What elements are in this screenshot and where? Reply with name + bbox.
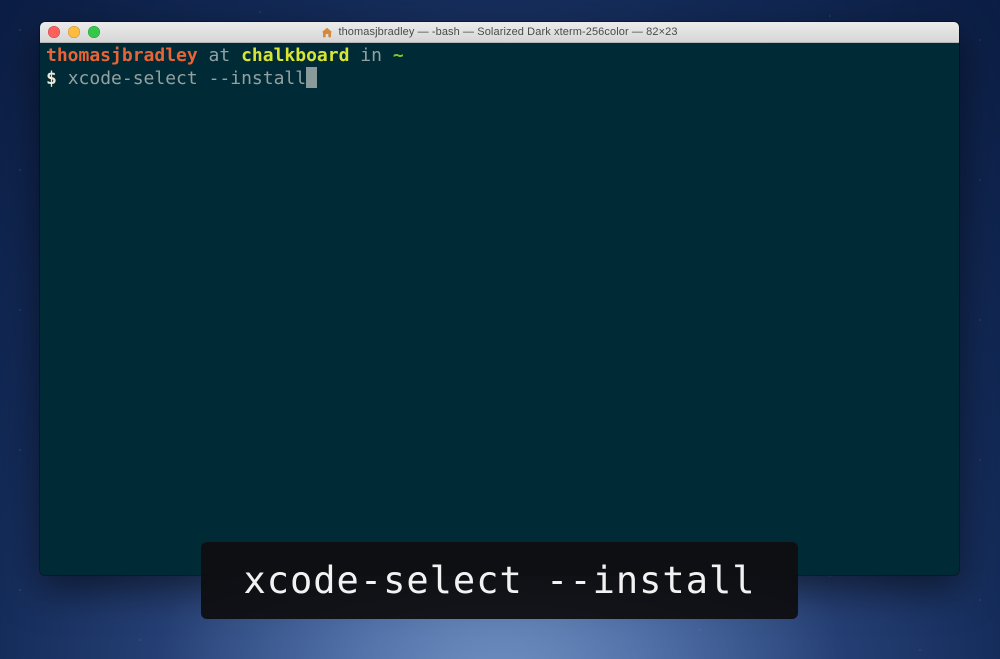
window-title-wrap: thomasjbradley — -bash — Solarized Dark … xyxy=(321,26,677,38)
prompt-line: thomasjbradley at chalkboard in ~ xyxy=(46,44,953,67)
window-controls xyxy=(48,26,100,38)
text-cursor xyxy=(306,67,318,88)
prompt-in: in xyxy=(349,45,393,66)
home-icon xyxy=(322,27,333,37)
title-bar[interactable]: thomasjbradley — -bash — Solarized Dark … xyxy=(40,22,959,43)
command-line[interactable]: $ xcode-select --install xyxy=(46,67,953,90)
prompt-symbol: $ xyxy=(46,68,57,89)
window-title: thomasjbradley — -bash — Solarized Dark … xyxy=(338,26,678,38)
zoom-button[interactable] xyxy=(88,26,100,38)
minimize-button[interactable] xyxy=(68,26,80,38)
command-text: xcode-select --install xyxy=(67,68,307,89)
prompt-user: thomasjbradley xyxy=(46,45,198,66)
terminal-window[interactable]: thomasjbradley — -bash — Solarized Dark … xyxy=(40,22,959,575)
prompt-host: chalkboard xyxy=(241,45,350,66)
command-spacer xyxy=(57,68,68,89)
prompt-at: at xyxy=(197,45,242,66)
command-caption: xcode-select --install xyxy=(201,542,798,619)
prompt-cwd: ~ xyxy=(392,45,404,66)
close-button[interactable] xyxy=(48,26,60,38)
terminal-content[interactable]: thomasjbradley at chalkboard in ~ $ xcod… xyxy=(40,43,959,575)
